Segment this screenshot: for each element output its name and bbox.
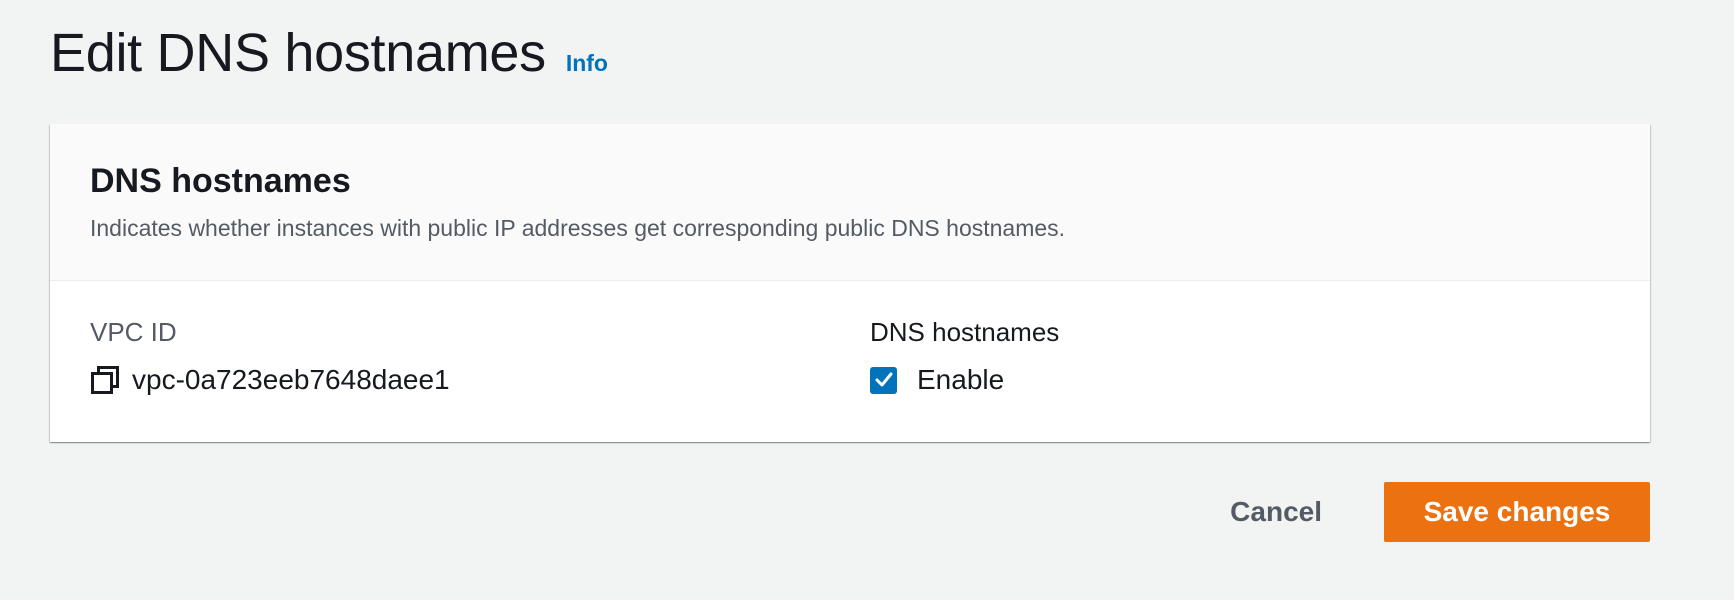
- cancel-button[interactable]: Cancel: [1202, 482, 1350, 542]
- dns-hostnames-label: DNS hostnames: [870, 317, 1060, 347]
- dns-hostnames-panel: DNS hostnames Indicates whether instance…: [50, 124, 1650, 442]
- vpc-id-value: vpc-0a723eeb7648daee1: [132, 364, 450, 395]
- vpc-id-field: VPC ID vpc-0a723eeb7648daee1: [90, 317, 450, 396]
- page-header: Edit DNS hostnames Info: [50, 22, 608, 84]
- panel-description: Indicates whether instances with public …: [90, 215, 1066, 241]
- page-title: Edit DNS hostnames: [50, 23, 546, 83]
- panel-header: DNS hostnames Indicates whether instance…: [50, 124, 1650, 281]
- panel-title: DNS hostnames: [90, 162, 351, 200]
- vpc-id-value-row: vpc-0a723eeb7648daee1: [90, 364, 450, 396]
- save-changes-button[interactable]: Save changes: [1384, 482, 1650, 542]
- dns-hostnames-field: DNS hostnames Enable: [870, 317, 1059, 396]
- enable-checkbox[interactable]: [870, 366, 897, 394]
- enable-checkbox-label[interactable]: Enable: [917, 364, 1004, 396]
- enable-checkbox-row[interactable]: Enable: [870, 364, 1059, 396]
- copy-icon[interactable]: [90, 365, 120, 395]
- form-actions: Cancel Save changes: [1202, 482, 1650, 542]
- checkmark-icon: [875, 372, 892, 387]
- info-link[interactable]: Info: [566, 50, 608, 77]
- panel-body: VPC ID vpc-0a723eeb7648daee1 DNS hostnam…: [50, 281, 1650, 441]
- vpc-id-label: VPC ID: [90, 317, 177, 347]
